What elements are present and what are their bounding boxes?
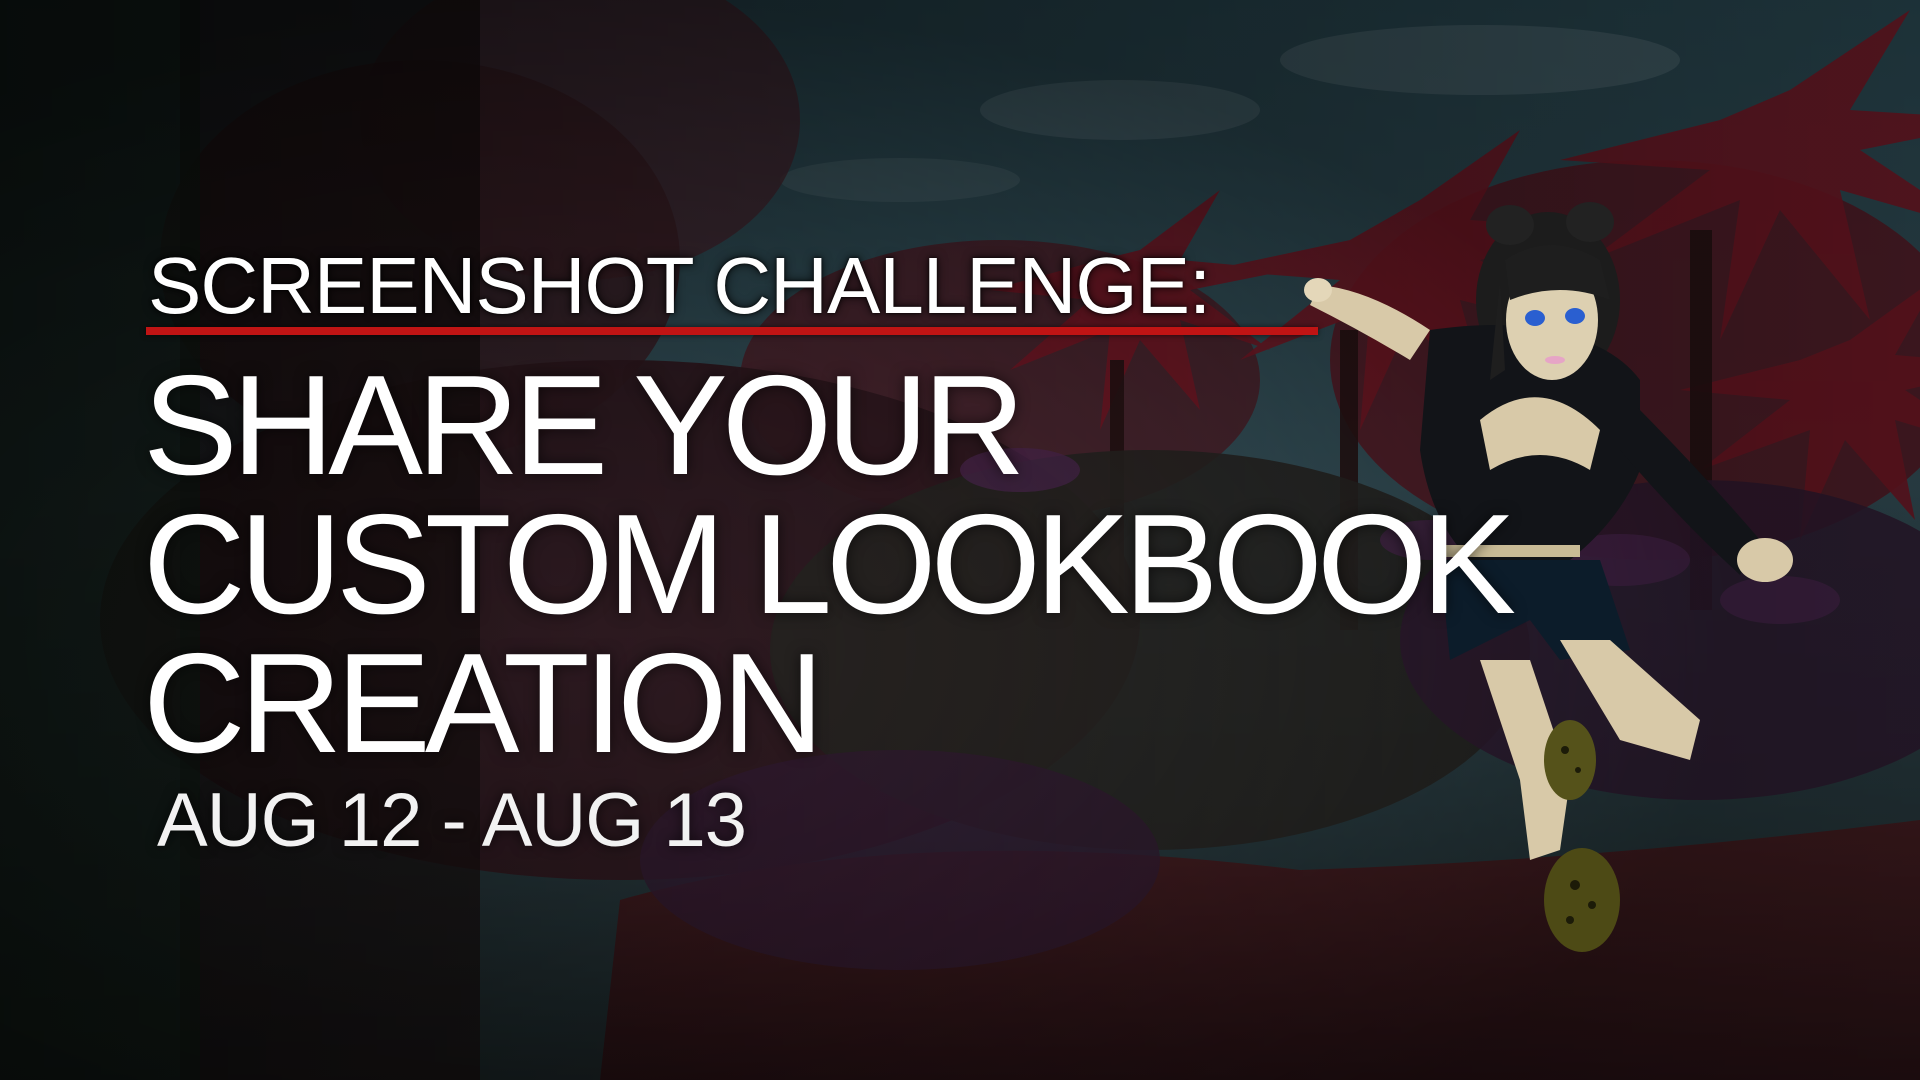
- headline: SHARE YOUR CUSTOM LOOKBOOK CREATION: [143, 346, 1516, 783]
- challenge-title: SCREENSHOT CHALLENGE:: [148, 241, 1211, 330]
- headline-line-1: SHARE YOUR: [143, 346, 1025, 505]
- title-underline: [146, 327, 1318, 335]
- date-range: AUG 12 - AUG 13: [157, 778, 747, 863]
- headline-line-2: CUSTOM LOOKBOOK: [143, 485, 1516, 644]
- headline-line-3: CREATION: [143, 624, 824, 783]
